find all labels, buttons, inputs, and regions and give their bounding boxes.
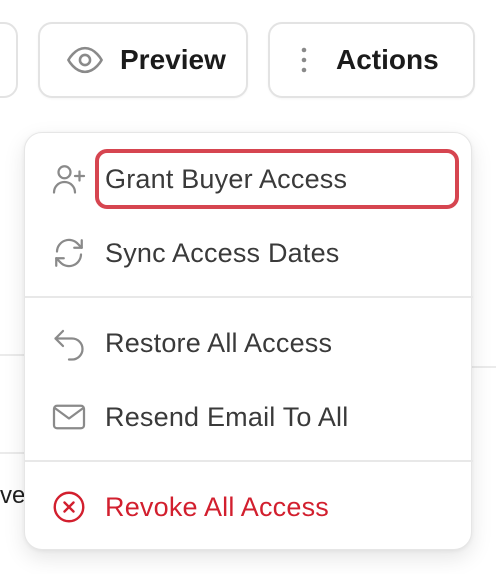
screen: ve Preview Actions Grant Buyer Access Sy… bbox=[0, 0, 496, 574]
menu-item-resend-email-to-all[interactable]: Resend Email To All bbox=[25, 387, 473, 447]
refresh-icon bbox=[49, 233, 89, 273]
mail-icon bbox=[49, 397, 89, 437]
actions-button[interactable]: Actions bbox=[268, 22, 475, 98]
actions-dropdown-menu: Grant Buyer Access Sync Access Dates Res… bbox=[24, 132, 473, 550]
menu-item-grant-buyer-access[interactable]: Grant Buyer Access bbox=[25, 149, 473, 209]
menu-divider bbox=[25, 460, 473, 462]
preview-label: Preview bbox=[120, 44, 226, 75]
background-divider bbox=[470, 366, 496, 368]
menu-item-label: Revoke All Access bbox=[105, 491, 330, 522]
partial-toolbar-button[interactable] bbox=[0, 22, 18, 98]
more-vertical-icon bbox=[298, 45, 310, 75]
menu-item-restore-all-access[interactable]: Restore All Access bbox=[25, 313, 473, 373]
actions-label: Actions bbox=[336, 44, 439, 75]
eye-icon bbox=[66, 41, 104, 79]
menu-item-sync-access-dates[interactable]: Sync Access Dates bbox=[25, 223, 473, 283]
menu-item-label: Sync Access Dates bbox=[105, 237, 340, 268]
menu-item-label: Grant Buyer Access bbox=[105, 163, 348, 194]
user-plus-icon bbox=[49, 159, 89, 199]
menu-divider bbox=[25, 296, 473, 298]
menu-item-revoke-all-access[interactable]: Revoke All Access bbox=[25, 477, 473, 537]
undo-arrow-icon bbox=[49, 323, 89, 363]
preview-button[interactable]: Preview bbox=[38, 22, 248, 98]
menu-item-label: Restore All Access bbox=[105, 327, 333, 358]
x-circle-icon bbox=[49, 487, 89, 527]
menu-item-label: Resend Email To All bbox=[105, 401, 349, 432]
